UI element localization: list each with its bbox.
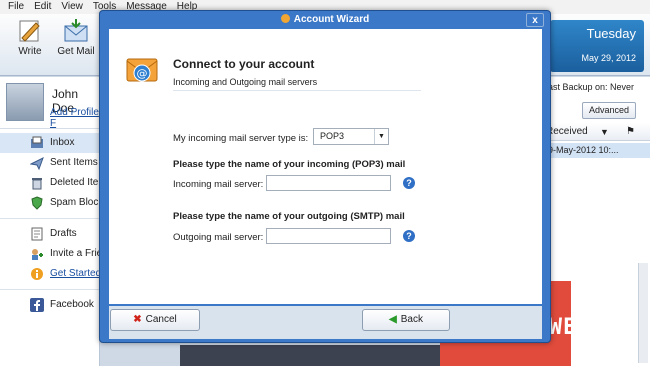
write-button[interactable]: Write (8, 18, 52, 57)
outgoing-section-title: Please type the name of your outgoing (S… (173, 211, 405, 222)
server-type-label: My incoming mail server type is: (173, 133, 309, 144)
dialog-footer: ✖ Cancel ◀ Back (109, 306, 542, 339)
sidebar-item-deleted[interactable]: Deleted Item (0, 173, 107, 193)
inbox-icon (31, 136, 43, 148)
write-icon (19, 20, 40, 42)
incoming-server-field[interactable] (266, 175, 391, 191)
incoming-section-title: Please type the name of your incoming (P… (173, 159, 406, 170)
profile-panel: John Doe Add Profile F (0, 77, 99, 129)
header-divider (173, 90, 421, 91)
sidebar-divider (0, 289, 99, 290)
sent-icon (30, 156, 44, 170)
table-row[interactable]: 9-May-2012 10:... (540, 143, 650, 158)
dialog-body: @ Connect to your account Incoming and O… (109, 29, 542, 304)
chevron-down-icon: ▼ (374, 129, 388, 144)
get-mail-icon (64, 19, 88, 42)
outgoing-server-label: Outgoing mail server: (173, 232, 264, 243)
sidebar-item-invite[interactable]: Invite a Frien (0, 244, 108, 264)
app-icon (280, 14, 290, 23)
dialog-subheading: Incoming and Outgoing mail servers (173, 77, 318, 87)
email-account-icon: @ (126, 58, 158, 82)
back-arrow-icon: ◀ (389, 314, 397, 325)
menu-view[interactable]: View (61, 0, 83, 14)
menu-file[interactable]: File (8, 0, 24, 14)
incoming-help-icon[interactable]: ? (403, 177, 415, 189)
dialog-heading: Connect to your account (173, 57, 315, 71)
svg-text:@: @ (137, 67, 148, 80)
flag-icon: ⚑ (626, 126, 635, 137)
sidebar: John Doe Add Profile F Inbox Sent Items … (0, 77, 109, 366)
cancel-button[interactable]: ✖ Cancel (110, 309, 200, 331)
sidebar-item-spam[interactable]: Spam Blocke (0, 193, 109, 213)
sidebar-item-facebook[interactable]: Facebook (0, 295, 99, 315)
drafts-icon (31, 227, 43, 241)
info-icon (31, 268, 43, 280)
dialog-titlebar[interactable]: Account Wizard x (100, 11, 550, 29)
outgoing-server-field[interactable] (266, 228, 391, 244)
sort-down-icon: ▼ (600, 127, 609, 137)
menu-edit[interactable]: Edit (34, 0, 51, 14)
close-button[interactable]: x (526, 13, 544, 27)
get-mail-button[interactable]: Get Mail (54, 18, 98, 57)
shield-icon (31, 196, 43, 210)
trash-icon (32, 178, 42, 190)
sidebar-item-sent[interactable]: Sent Items (0, 153, 99, 173)
add-profile-link[interactable]: Add Profile F (50, 107, 99, 129)
account-wizard-dialog: Account Wizard x @ Connect to your accou… (99, 10, 551, 343)
invite-icon (32, 249, 43, 260)
date-display: Tuesday May 29, 2012 (550, 20, 644, 72)
sidebar-divider (0, 218, 99, 219)
date-day: Tuesday (586, 26, 636, 41)
facebook-icon (30, 298, 44, 312)
outgoing-help-icon[interactable]: ? (403, 230, 415, 242)
incoming-server-label: Incoming mail server: (173, 179, 264, 190)
sidebar-item-get-started[interactable]: Get Started! (0, 264, 104, 284)
server-type-select[interactable]: POP3 ▼ (313, 128, 389, 145)
avatar[interactable] (6, 83, 44, 121)
advanced-button[interactable]: Advanced (582, 102, 636, 119)
scrollbar[interactable] (638, 263, 648, 363)
dialog-title: Account Wizard (293, 14, 370, 25)
back-button[interactable]: ◀ Back (362, 309, 450, 331)
sidebar-item-inbox[interactable]: Inbox (0, 133, 99, 153)
cancel-x-icon: ✖ (133, 314, 142, 325)
column-header-received[interactable]: Received ▼ ⚑ (540, 123, 650, 141)
backup-status: ast Backup on: Never (548, 82, 635, 92)
date-full: May 29, 2012 (581, 53, 636, 63)
sidebar-item-drafts[interactable]: Drafts (0, 224, 99, 244)
